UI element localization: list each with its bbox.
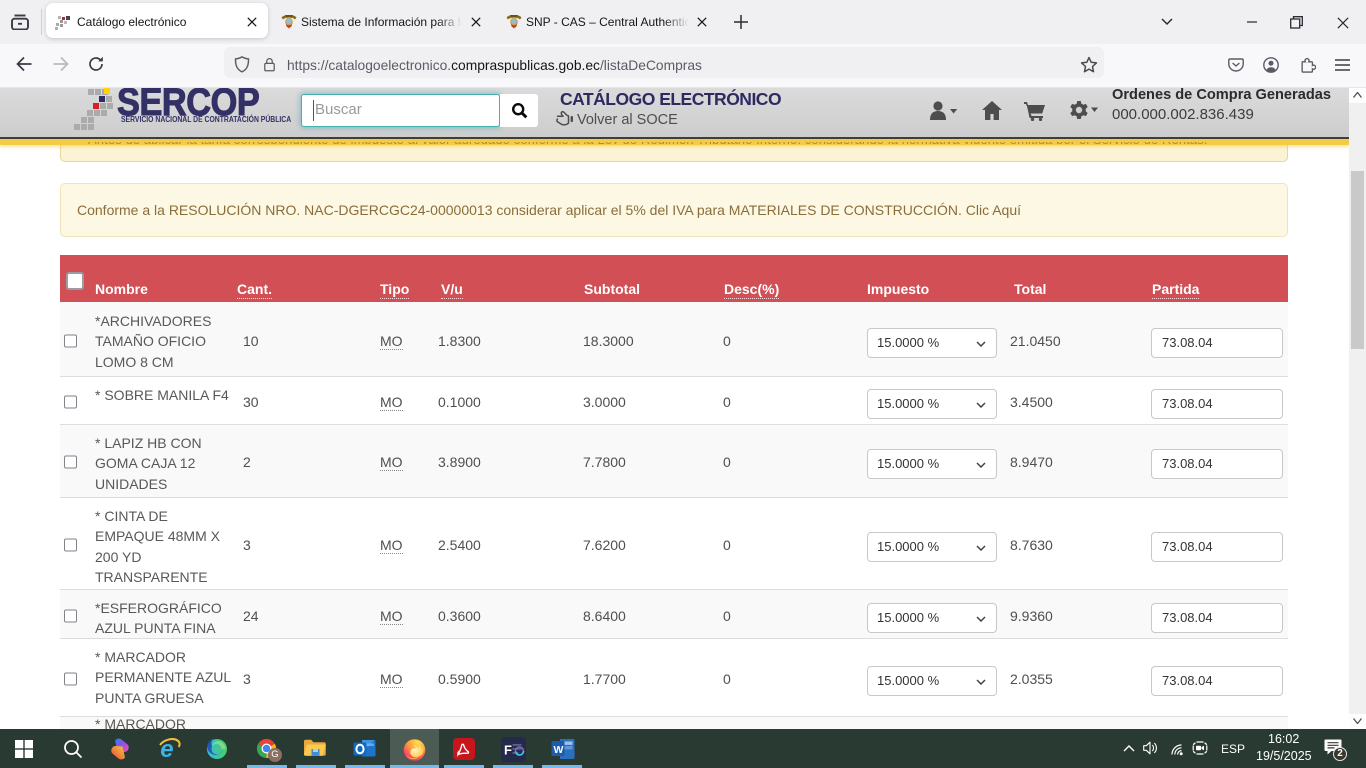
svg-text:F: F (504, 743, 512, 758)
svg-text:W: W (554, 744, 564, 756)
